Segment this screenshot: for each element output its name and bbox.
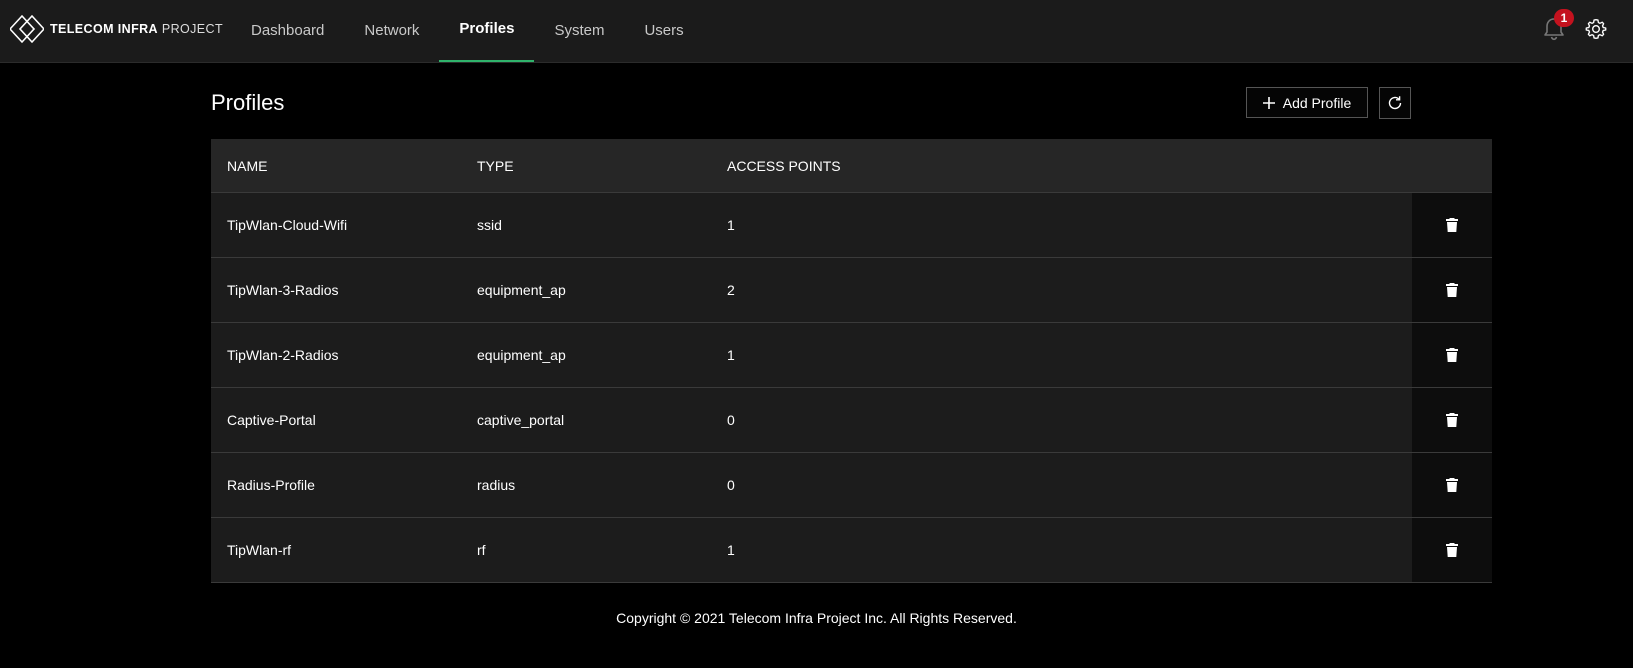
brand-name: TELECOM INFRA PROJECT xyxy=(50,22,223,36)
column-header-name[interactable]: NAME xyxy=(211,158,461,174)
profile-name[interactable]: TipWlan-rf xyxy=(211,542,461,558)
delete-profile-button[interactable] xyxy=(1412,453,1492,517)
table-row[interactable]: TipWlan-Cloud-Wifi ssid 1 xyxy=(211,193,1492,258)
profile-type: radius xyxy=(477,477,516,493)
profile-name[interactable]: TipWlan-2-Radios xyxy=(211,347,461,363)
trash-icon xyxy=(1446,413,1458,427)
trash-icon xyxy=(1446,218,1458,232)
table-row[interactable]: Captive-Portal captive_portal 0 xyxy=(211,388,1492,453)
profile-access-points: 1 xyxy=(727,347,735,363)
profile-type: ssid xyxy=(477,217,502,233)
profile-name[interactable]: TipWlan-Cloud-Wifi xyxy=(211,217,461,233)
delete-profile-button[interactable] xyxy=(1412,518,1492,582)
profile-access-points: 1 xyxy=(727,542,735,558)
delete-profile-button[interactable] xyxy=(1412,323,1492,387)
profile-name[interactable]: TipWlan-3-Radios xyxy=(211,282,461,298)
notification-badge: 1 xyxy=(1554,9,1574,27)
nav-item-network[interactable]: Network xyxy=(344,0,439,62)
table-row[interactable]: TipWlan-2-Radios equipment_ap 1 xyxy=(211,323,1492,388)
table-row[interactable]: TipWlan-3-Radios equipment_ap 2 xyxy=(211,258,1492,323)
refresh-button[interactable] xyxy=(1379,87,1411,119)
column-header-type[interactable]: TYPE xyxy=(461,158,711,174)
profile-name[interactable]: Captive-Portal xyxy=(211,412,461,428)
nav-item-system[interactable]: System xyxy=(534,0,624,62)
refresh-icon xyxy=(1388,96,1402,110)
column-header-actions xyxy=(1412,139,1492,192)
trash-icon xyxy=(1446,478,1458,492)
gear-icon xyxy=(1585,18,1607,40)
table-row[interactable]: TipWlan-rf rf 1 xyxy=(211,518,1492,583)
delete-profile-button[interactable] xyxy=(1412,258,1492,322)
brand-logo[interactable]: TELECOM INFRA PROJECT xyxy=(10,14,223,44)
nav-item-profiles[interactable]: Profiles xyxy=(439,0,535,62)
settings-button[interactable] xyxy=(1585,18,1607,40)
profile-type: captive_portal xyxy=(477,412,565,428)
delete-profile-button[interactable] xyxy=(1412,388,1492,452)
table-header: NAME TYPE ACCESS POINTS xyxy=(211,139,1492,193)
brand-name-bold: TELECOM INFRA xyxy=(50,22,158,36)
add-profile-button[interactable]: Add Profile xyxy=(1246,87,1368,118)
add-profile-label: Add Profile xyxy=(1282,94,1352,111)
trash-icon xyxy=(1446,283,1458,297)
profile-access-points: 0 xyxy=(727,412,735,428)
column-header-access-points[interactable]: ACCESS POINTS xyxy=(711,158,1412,174)
profile-type: rf xyxy=(477,542,486,558)
profile-access-points: 0 xyxy=(727,477,735,493)
nav-item-dashboard[interactable]: Dashboard xyxy=(231,0,344,62)
profile-type: equipment_ap xyxy=(477,347,566,363)
profiles-table: NAME TYPE ACCESS POINTS TipWlan-Cloud-Wi… xyxy=(211,139,1492,583)
profile-name[interactable]: Radius-Profile xyxy=(211,477,461,493)
profile-access-points: 1 xyxy=(727,217,735,233)
brand-name-light: PROJECT xyxy=(161,22,223,36)
footer-copyright: Copyright © 2021 Telecom Infra Project I… xyxy=(616,610,1017,626)
profile-type: equipment_ap xyxy=(477,282,566,298)
table-row[interactable]: Radius-Profile radius 0 xyxy=(211,453,1492,518)
plus-icon xyxy=(1262,96,1275,109)
logo-icon xyxy=(10,14,44,44)
delete-profile-button[interactable] xyxy=(1412,193,1492,257)
top-navigation-bar: TELECOM INFRA PROJECT Dashboard Network … xyxy=(0,0,1633,63)
trash-icon xyxy=(1446,348,1458,362)
trash-icon xyxy=(1446,543,1458,557)
page-title: Profiles xyxy=(211,90,285,115)
main-nav: Dashboard Network Profiles System Users xyxy=(231,0,704,62)
profile-access-points: 2 xyxy=(727,282,735,298)
nav-item-users[interactable]: Users xyxy=(624,0,703,62)
